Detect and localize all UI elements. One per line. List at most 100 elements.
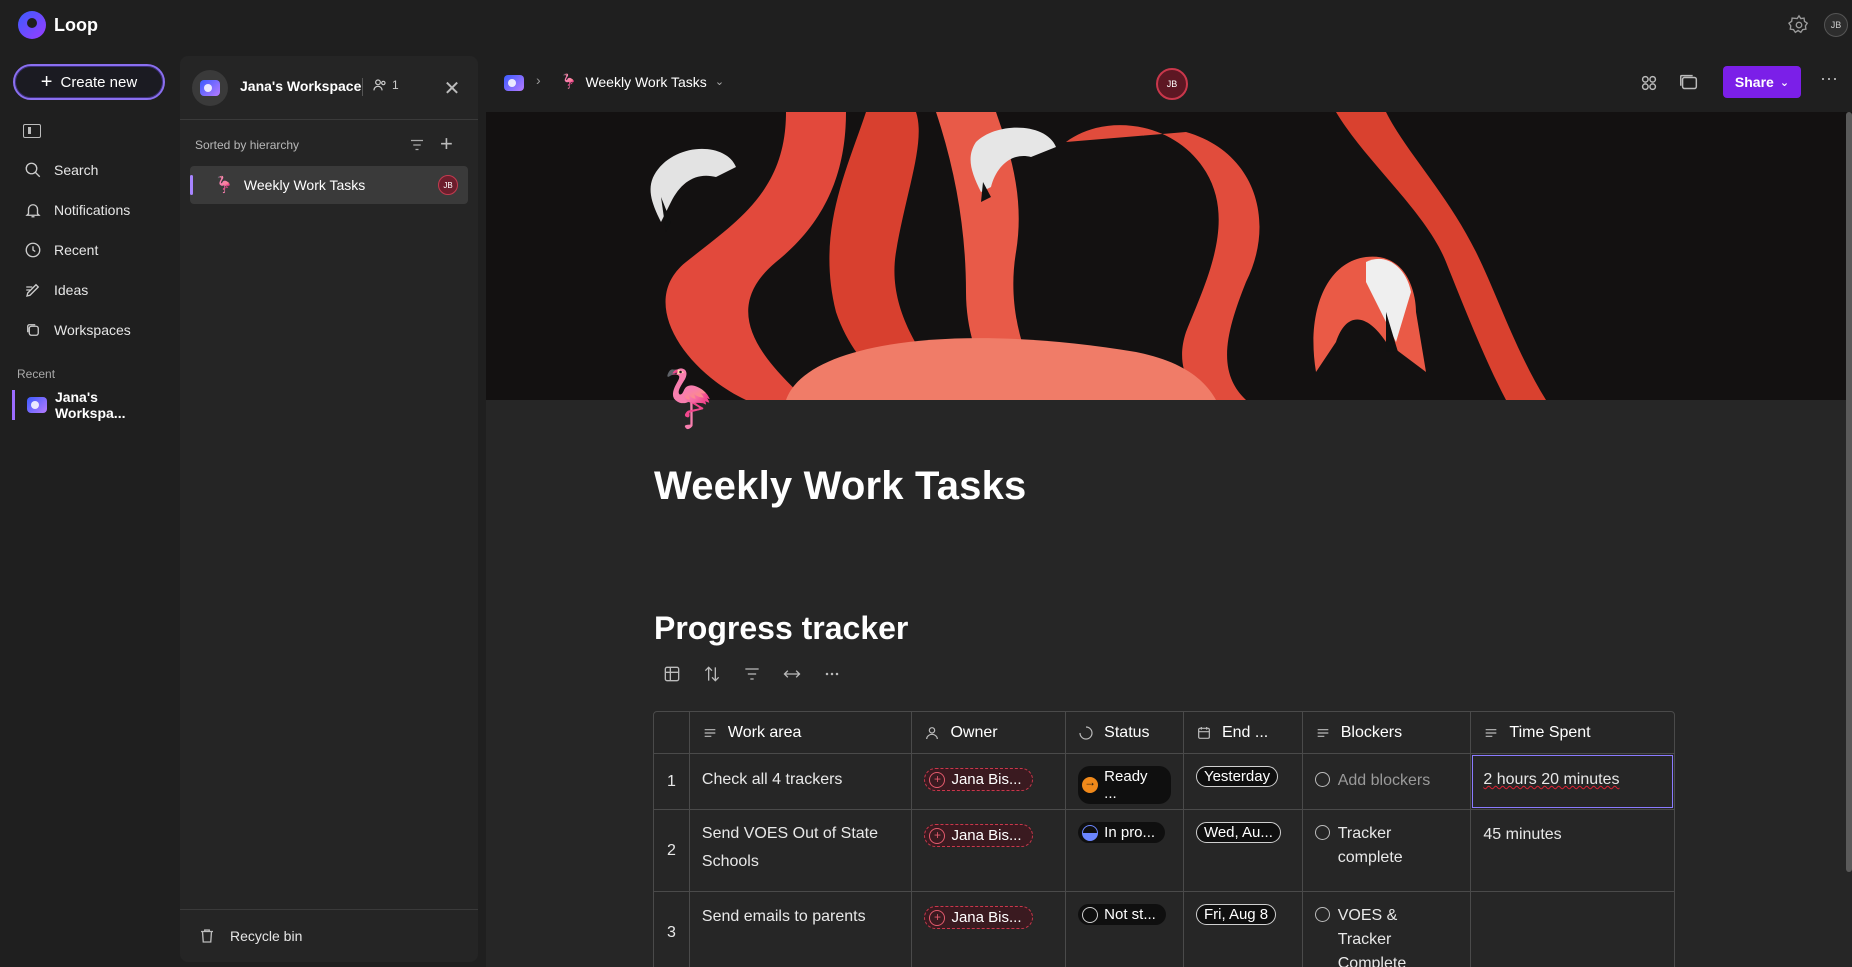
- table-row: 3 Send emails to parents + Jana Bis... N…: [654, 892, 1674, 967]
- sidebar-toggle-icon[interactable]: [23, 124, 41, 138]
- status-cell[interactable]: Ready ...: [1066, 754, 1184, 809]
- nav-label: Notifications: [54, 202, 131, 218]
- left-rail: + Create new Search Notifications Recent…: [0, 50, 180, 967]
- status-cell[interactable]: Not st...: [1066, 892, 1184, 967]
- components-icon[interactable]: [1638, 72, 1660, 94]
- page-emoji-icon[interactable]: 🦩: [654, 366, 724, 432]
- page-title[interactable]: Weekly Work Tasks: [654, 464, 1026, 509]
- column-header-time-spent[interactable]: Time Spent: [1471, 712, 1674, 753]
- owner-pill[interactable]: + Jana Bis...: [924, 906, 1033, 929]
- nav-item-search[interactable]: Search: [0, 150, 180, 190]
- status-circle-icon: [1079, 725, 1093, 740]
- owner-cell[interactable]: + Jana Bis...: [912, 754, 1067, 809]
- status-not-started-icon: [1082, 906, 1099, 923]
- recent-workspace-item[interactable]: Jana's Workspa...: [12, 389, 172, 421]
- filter-icon[interactable]: [408, 136, 426, 154]
- create-new-label: Create new: [60, 73, 138, 91]
- end-date-cell[interactable]: Fri, Aug 8: [1184, 892, 1303, 967]
- status-pill[interactable]: Ready ...: [1078, 766, 1171, 804]
- sidebar-page-weekly-work-tasks[interactable]: 🦩 Weekly Work Tasks JB: [190, 166, 468, 204]
- time-spent-value: 2 hours 20 minutes: [1483, 771, 1620, 788]
- status-pill[interactable]: In pro...: [1078, 822, 1166, 843]
- work-area-cell[interactable]: Check all 4 trackers: [690, 754, 913, 809]
- flamingo-cover-art: [486, 112, 1852, 400]
- workspaces-icon: [27, 324, 39, 336]
- status-pill[interactable]: Not st...: [1078, 904, 1166, 925]
- column-label: Work area: [727, 723, 802, 741]
- row-number[interactable]: 3: [654, 892, 690, 967]
- presence-avatar[interactable]: JB: [1156, 68, 1188, 100]
- recent-workspace-label: Jana's Workspa...: [54, 389, 126, 421]
- blockers-cell[interactable]: VOES & Tracker Complete: [1303, 892, 1472, 967]
- date-pill[interactable]: Yesterday: [1195, 766, 1279, 787]
- status-label: Ready ...: [1104, 768, 1148, 802]
- section-title[interactable]: Progress tracker: [654, 610, 908, 647]
- work-area-cell[interactable]: Send VOES Out of State Schools: [690, 810, 913, 891]
- checkbox-icon[interactable]: [1314, 825, 1330, 840]
- add-page-icon[interactable]: +: [440, 133, 453, 155]
- date-pill[interactable]: Fri, Aug 8: [1195, 904, 1277, 925]
- column-header-end-date[interactable]: End ...: [1184, 712, 1303, 753]
- owner-pill[interactable]: + Jana Bis...: [924, 768, 1033, 791]
- blocker-text: VOES & Tracker Complete: [1337, 907, 1407, 967]
- time-spent-cell[interactable]: [1471, 892, 1674, 967]
- top-bar: Loop JB: [0, 0, 1852, 50]
- breadcrumb-page[interactable]: 🦩 Weekly Work Tasks ⌄: [560, 73, 724, 90]
- blockers-cell[interactable]: Tracker complete: [1303, 810, 1472, 891]
- checkbox-icon[interactable]: [1314, 907, 1330, 922]
- members-count: 1: [392, 78, 399, 92]
- search-icon: [25, 162, 41, 178]
- column-width-icon[interactable]: [782, 664, 802, 684]
- loop-logo[interactable]: Loop: [18, 11, 98, 39]
- table-view-icon[interactable]: [662, 664, 682, 684]
- sort-icon[interactable]: [702, 664, 722, 684]
- text-column-icon: [704, 728, 716, 737]
- blockers-cell[interactable]: Add blockers: [1303, 754, 1472, 809]
- end-date-cell[interactable]: Yesterday: [1184, 754, 1303, 809]
- create-new-button[interactable]: + Create new: [13, 64, 165, 100]
- nav-item-ideas[interactable]: Ideas: [0, 270, 180, 310]
- recycle-bin-button[interactable]: Recycle bin: [180, 909, 478, 962]
- owner-cell[interactable]: + Jana Bis...: [912, 810, 1067, 891]
- person-icon: [926, 726, 939, 739]
- row-number[interactable]: 1: [654, 754, 690, 809]
- row-number[interactable]: 2: [654, 810, 690, 891]
- nav-item-recent[interactable]: Recent: [0, 230, 180, 270]
- work-area-cell[interactable]: Send emails to parents: [690, 892, 913, 967]
- time-spent-cell[interactable]: 45 minutes: [1471, 810, 1674, 891]
- more-options-icon[interactable]: [822, 664, 842, 684]
- table-row: 1 Check all 4 trackers + Jana Bis... Rea…: [654, 754, 1674, 810]
- status-cell[interactable]: In pro...: [1066, 810, 1184, 891]
- date-pill[interactable]: Wed, Au...: [1195, 822, 1281, 843]
- column-header-owner[interactable]: Owner: [912, 712, 1067, 753]
- nav-item-notifications[interactable]: Notifications: [0, 190, 180, 230]
- time-spent-cell[interactable]: 2 hours 20 minutes: [1471, 754, 1674, 809]
- owner-pill[interactable]: + Jana Bis...: [924, 824, 1033, 847]
- workspace-avatar[interactable]: [192, 70, 228, 106]
- plus-icon: +: [40, 71, 53, 93]
- user-avatar[interactable]: JB: [1824, 13, 1848, 37]
- checkbox-icon[interactable]: [1314, 772, 1330, 787]
- page-scrollbar[interactable]: [1846, 112, 1852, 872]
- column-header-work-area[interactable]: Work area: [690, 712, 913, 753]
- table-toolbar: [662, 664, 842, 684]
- window-icon[interactable]: [1678, 72, 1700, 94]
- add-person-icon: +: [929, 909, 946, 926]
- status-ready-icon: [1082, 775, 1099, 793]
- workspace-title[interactable]: Jana's Workspace: [240, 78, 361, 94]
- workspace-icon[interactable]: [504, 75, 524, 91]
- share-button[interactable]: Share ⌄: [1723, 66, 1801, 98]
- owner-name: Jana Bis...: [951, 909, 1022, 926]
- end-date-cell[interactable]: Wed, Au...: [1184, 810, 1303, 891]
- more-options-icon[interactable]: ···: [1820, 68, 1838, 89]
- settings-gear-icon[interactable]: [1788, 14, 1810, 36]
- nav-item-workspaces[interactable]: Workspaces: [0, 310, 180, 350]
- owner-cell[interactable]: + Jana Bis...: [912, 892, 1067, 967]
- close-icon[interactable]: ✕: [438, 74, 466, 102]
- members-button[interactable]: 1: [372, 77, 399, 93]
- filter-icon[interactable]: [742, 664, 762, 684]
- breadcrumb-page-label: Weekly Work Tasks: [585, 73, 707, 90]
- column-header-blockers[interactable]: Blockers: [1303, 712, 1472, 753]
- clock-icon: [25, 242, 41, 258]
- column-header-status[interactable]: Status: [1066, 712, 1184, 753]
